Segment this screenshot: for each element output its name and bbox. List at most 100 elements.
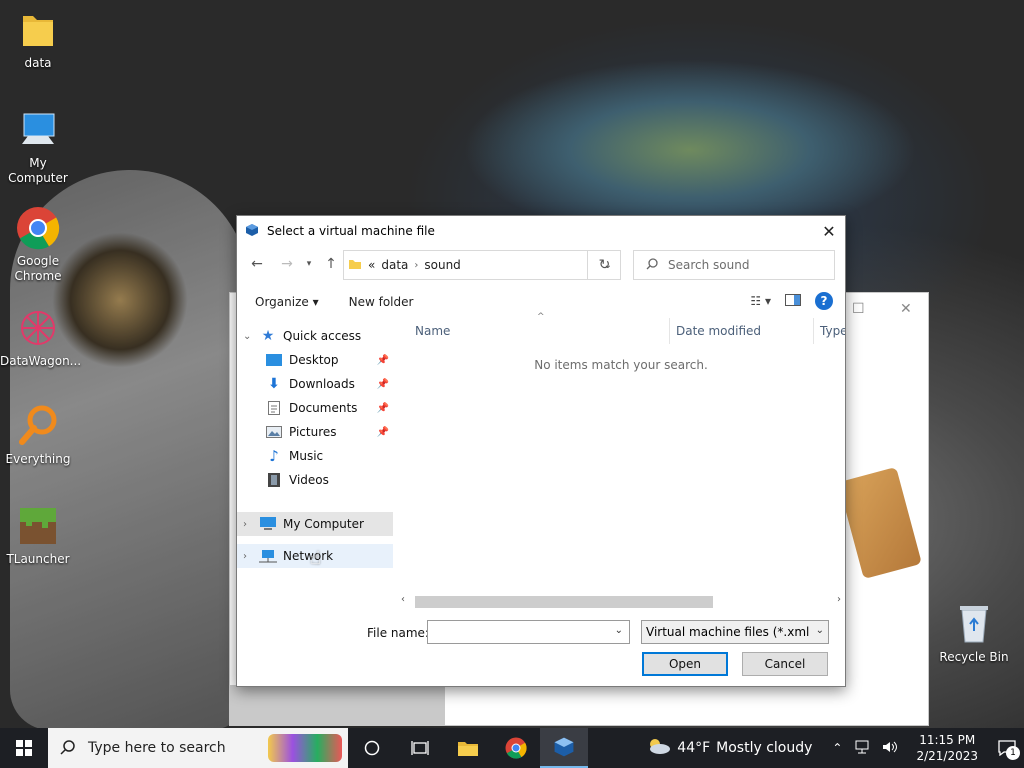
column-header-date-modified[interactable]: Date modified <box>669 318 813 344</box>
notification-center-button[interactable]: 1 <box>990 728 1024 768</box>
desktop-icon-label: DataWagon... <box>0 354 82 368</box>
recent-locations-chevron-icon[interactable]: ▾ <box>299 259 319 277</box>
desktop-icon-tlauncher[interactable]: TLauncher <box>0 504 76 567</box>
clock[interactable]: 11:15 PM 2/21/2023 <box>916 732 978 764</box>
windows-logo-icon <box>16 740 32 756</box>
empty-message: No items match your search. <box>534 358 708 372</box>
column-header-type[interactable]: Type <box>813 318 845 344</box>
chevron-up-icon[interactable]: ⌃ <box>832 741 842 755</box>
scrollbar-thumb[interactable] <box>415 596 713 608</box>
nav-item-downloads[interactable]: ⬇ Downloads 📌 <box>237 372 393 396</box>
address-segment-sound[interactable]: sound <box>424 258 460 272</box>
desktop-icon-google-chrome[interactable]: Google Chrome <box>0 206 76 284</box>
desktop-icon-datawagon[interactable]: DataWagon... <box>0 306 82 369</box>
close-icon[interactable]: ✕ <box>813 216 845 246</box>
network-icon <box>259 548 277 564</box>
open-button[interactable]: Open <box>642 652 728 676</box>
nav-item-my-computer[interactable]: › My Computer <box>237 512 393 536</box>
taskbar-search-box[interactable]: Type here to search <box>48 728 348 768</box>
clock-date: 2/21/2023 <box>916 749 978 763</box>
file-name-input[interactable]: ⌄ <box>427 620 630 644</box>
pin-icon: 📌 <box>376 378 389 390</box>
address-prefix[interactable]: « <box>368 258 375 272</box>
document-icon <box>265 400 283 416</box>
search-input[interactable]: Search sound <box>668 258 749 272</box>
virtualbox-icon <box>554 737 574 757</box>
film-icon <box>265 472 283 488</box>
nav-item-quick-access[interactable]: ⌄ ★ Quick access <box>237 324 393 348</box>
file-name-label: File name: <box>367 626 429 640</box>
file-list[interactable]: Name ^ Date modified Type No items match… <box>401 312 845 598</box>
desktop-icon-data[interactable]: data <box>0 8 76 71</box>
help-icon[interactable]: ? <box>815 292 833 310</box>
sort-indicator-icon: ^ <box>537 312 545 322</box>
clock-time: 11:15 PM <box>919 733 976 747</box>
nav-item-pictures[interactable]: Pictures 📌 <box>237 420 393 444</box>
search-highlight-image[interactable] <box>268 734 342 762</box>
new-folder-button[interactable]: New folder <box>349 295 414 309</box>
preview-pane-icon[interactable] <box>785 293 801 309</box>
chrome-taskbar-button[interactable] <box>492 728 540 768</box>
dialog-title: Select a virtual machine file <box>267 224 435 238</box>
refresh-icon[interactable]: ↻ <box>587 250 621 280</box>
nav-item-music[interactable]: ♪ Music <box>237 444 393 468</box>
search-magnifier-icon <box>16 404 60 448</box>
maximize-icon[interactable]: ☐ <box>852 301 865 317</box>
desktop-icon-my-computer[interactable]: My Computer <box>0 108 76 186</box>
weather-widget[interactable]: 44°F Mostly cloudy <box>645 737 812 759</box>
scroll-left-icon[interactable]: ‹ <box>401 594 405 605</box>
file-open-dialog[interactable]: Select a virtual machine file ✕ ← → ▾ ↑ … <box>236 215 846 687</box>
datawagon-icon <box>16 306 60 350</box>
file-explorer-taskbar-button[interactable] <box>444 728 492 768</box>
chevron-right-icon[interactable]: › <box>414 260 418 271</box>
weather-temperature: 44°F <box>677 740 711 756</box>
cloud-sun-icon <box>645 737 671 759</box>
start-button[interactable] <box>0 728 48 768</box>
network-icon[interactable] <box>854 740 870 757</box>
scroll-right-icon[interactable]: › <box>837 594 841 605</box>
computer-icon <box>16 108 60 152</box>
system-tray: 44°F Mostly cloudy ⌃ 11:15 PM 2/21/2023 … <box>645 728 1024 768</box>
search-box[interactable]: Search sound <box>633 250 835 280</box>
volume-icon[interactable] <box>882 740 898 757</box>
chevron-down-icon[interactable]: ⌄ <box>816 625 824 636</box>
cancel-button[interactable]: Cancel <box>742 652 828 676</box>
chevron-right-icon[interactable]: › <box>243 551 255 562</box>
column-header-name[interactable]: Name ^ <box>415 312 669 344</box>
star-icon: ★ <box>261 328 275 344</box>
address-bar[interactable]: « data › sound ⌄ <box>343 250 621 280</box>
taskbar-search-input[interactable]: Type here to search <box>88 740 226 756</box>
pin-icon: 📌 <box>376 402 389 414</box>
desktop-icon-everything[interactable]: Everything <box>0 404 76 467</box>
grass-block-icon <box>16 504 60 548</box>
task-view-button[interactable] <box>396 728 444 768</box>
computer-icon <box>259 516 277 532</box>
chevron-down-icon[interactable]: ⌄ <box>243 331 255 342</box>
pin-icon: 📌 <box>376 354 389 366</box>
up-arrow-icon[interactable]: ↑ <box>321 256 341 274</box>
nav-item-desktop[interactable]: Desktop 📌 <box>237 348 393 372</box>
virtualbox-taskbar-button[interactable] <box>540 728 588 768</box>
task-view-cortana-button[interactable] <box>348 728 396 768</box>
forward-arrow-icon[interactable]: → <box>277 256 297 274</box>
notification-badge: 1 <box>1006 746 1020 760</box>
dialog-titlebar[interactable]: Select a virtual machine file ✕ <box>237 216 845 246</box>
view-options-icon[interactable]: ☷ ▾ <box>750 294 771 308</box>
hand-cursor-icon: ☝ <box>310 548 321 569</box>
file-type-select[interactable]: Virtual machine files (*.xml *.vbox) ⌄ <box>641 620 829 644</box>
nav-item-videos[interactable]: Videos <box>237 468 393 492</box>
close-icon[interactable]: ✕ <box>900 301 912 317</box>
folder-icon <box>458 742 478 756</box>
dialog-footer: File name: ⌄ Virtual machine files (*.xm… <box>237 618 845 688</box>
address-segment-data[interactable]: data <box>381 258 408 272</box>
desktop-icon-recycle-bin[interactable]: Recycle Bin <box>936 602 1012 665</box>
organize-button[interactable]: Organize ▾ <box>255 295 319 309</box>
back-arrow-icon[interactable]: ← <box>247 256 267 274</box>
chevron-right-icon[interactable]: › <box>243 519 255 530</box>
horizontal-scrollbar[interactable]: ‹ › <box>399 594 843 610</box>
chrome-icon <box>505 737 527 759</box>
virtualbox-icon <box>245 223 259 240</box>
nav-item-documents[interactable]: Documents 📌 <box>237 396 393 420</box>
chevron-down-icon[interactable]: ⌄ <box>615 625 623 636</box>
weather-description: Mostly cloudy <box>716 740 813 756</box>
